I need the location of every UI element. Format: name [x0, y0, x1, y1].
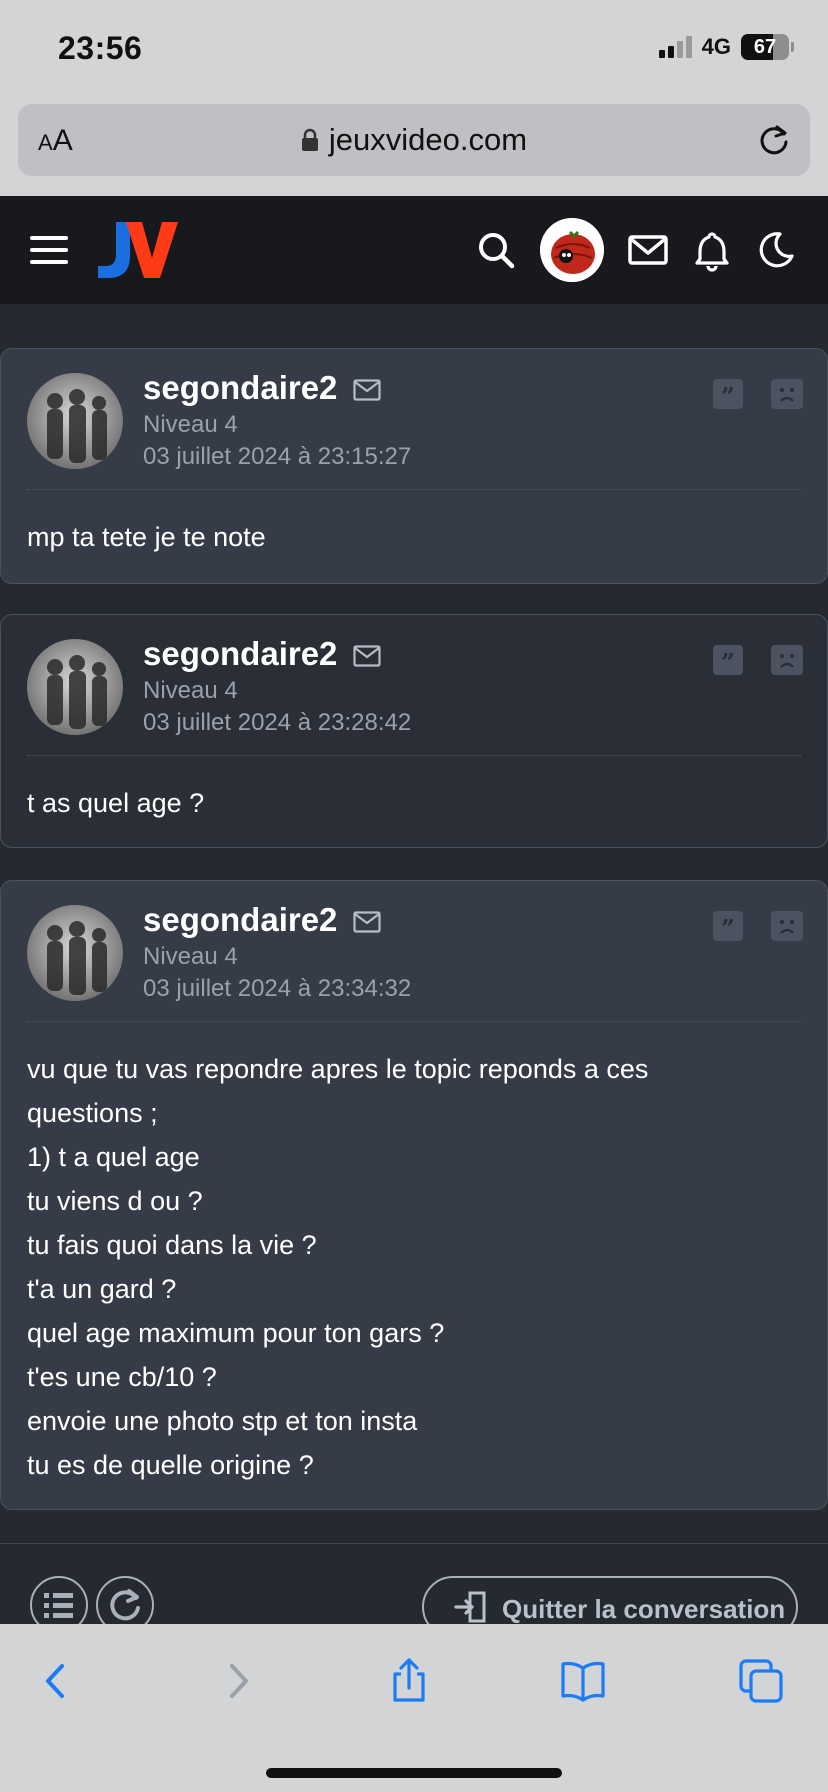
ios-status-and-url-area: 23:56 4G 67 AA jeuxvideo.com — [0, 0, 828, 196]
tabs-icon[interactable] — [738, 1658, 784, 1704]
forward-icon[interactable] — [214, 1658, 260, 1704]
svg-text:”: ” — [721, 914, 735, 941]
message-body: vu que tu vas repondre apres le topic re… — [27, 1047, 797, 1487]
network-type: 4G — [701, 34, 731, 59]
author-avatar[interactable] — [27, 373, 123, 469]
lock-icon — [301, 124, 319, 151]
signal-icon — [658, 36, 692, 58]
back-icon[interactable] — [34, 1658, 80, 1704]
status-indicators: 4G 67 — [658, 34, 794, 60]
address-bar[interactable]: AA jeuxvideo.com — [18, 104, 810, 176]
message-line: vu que tu vas repondre apres le topic re… — [27, 1054, 649, 1084]
sad-face-icon[interactable] — [771, 379, 803, 409]
message-line: 1) t a quel age — [27, 1142, 200, 1172]
browser-toolbar — [0, 1624, 828, 1792]
message-card: segondaire2 Niveau 4 03 juillet 2024 à 2… — [0, 348, 828, 584]
home-indicator — [266, 1768, 562, 1778]
divider — [27, 1021, 801, 1022]
url-text: jeuxvideo.com — [328, 122, 528, 157]
author-name[interactable]: segondaire2 — [143, 369, 337, 407]
message-body: t as quel age ? — [27, 781, 797, 825]
mail-icon[interactable] — [626, 228, 670, 272]
mail-icon[interactable] — [353, 911, 381, 933]
divider — [27, 489, 801, 490]
message-body: mp ta tete je te note — [27, 515, 797, 559]
battery-icon: 67 — [741, 34, 789, 60]
status-time: 23:56 — [58, 30, 143, 66]
jv-logo[interactable] — [96, 218, 178, 282]
site-header — [0, 196, 828, 304]
message-line: t'a un gard ? — [27, 1274, 177, 1304]
bookmarks-icon[interactable] — [560, 1658, 606, 1704]
author-level: Niveau 4 — [143, 411, 238, 438]
hamburger-icon[interactable] — [30, 236, 68, 264]
mail-icon[interactable] — [353, 379, 381, 401]
message-line: quel age maximum pour ton gars ? — [27, 1318, 445, 1348]
author-avatar[interactable] — [27, 639, 123, 735]
message-date[interactable]: 03 juillet 2024 à 23:28:42 — [143, 709, 411, 737]
quote-icon[interactable]: ” — [713, 645, 743, 677]
author-name[interactable]: segondaire2 — [143, 901, 337, 939]
quote-icon[interactable]: ” — [713, 379, 743, 411]
message-line: questions ; — [27, 1098, 158, 1128]
message-card: segondaire2 Niveau 4 03 juillet 2024 à 2… — [0, 880, 828, 1510]
exit-door-icon — [454, 1591, 486, 1623]
quote-icon[interactable]: ” — [713, 911, 743, 943]
message-line: tu fais quoi dans la vie ? — [27, 1230, 317, 1260]
message-line: t as quel age ? — [27, 788, 205, 818]
separator — [0, 1543, 828, 1544]
reload-icon[interactable] — [756, 122, 792, 158]
mail-icon[interactable] — [353, 645, 381, 667]
message-line: envoie une photo stp et ton insta — [27, 1406, 418, 1436]
message-line: mp ta tete je te note — [27, 522, 266, 552]
message-date[interactable]: 03 juillet 2024 à 23:34:32 — [143, 975, 411, 1003]
bell-icon[interactable] — [690, 228, 734, 272]
url-display[interactable]: jeuxvideo.com — [18, 122, 810, 158]
svg-text:”: ” — [721, 648, 735, 675]
divider — [27, 755, 801, 756]
author-avatar[interactable] — [27, 905, 123, 1001]
svg-text:”: ” — [721, 382, 735, 409]
message-line: t'es une cb/10 ? — [27, 1362, 217, 1392]
author-level: Niveau 4 — [143, 677, 238, 704]
quit-conversation-label: Quitter la conversation — [502, 1594, 786, 1624]
message-line: tu es de quelle origine ? — [27, 1450, 314, 1480]
message-line: tu viens d ou ? — [27, 1186, 203, 1216]
moon-icon[interactable] — [754, 228, 798, 272]
share-icon[interactable] — [386, 1658, 432, 1704]
author-name[interactable]: segondaire2 — [143, 635, 337, 673]
battery-percent: 67 — [753, 35, 777, 58]
search-icon[interactable] — [474, 228, 518, 272]
author-level: Niveau 4 — [143, 943, 238, 970]
message-date[interactable]: 03 juillet 2024 à 23:15:27 — [143, 443, 411, 471]
sad-face-icon[interactable] — [771, 911, 803, 941]
user-avatar[interactable] — [540, 218, 604, 282]
message-card: segondaire2 Niveau 4 03 juillet 2024 à 2… — [0, 614, 828, 848]
sad-face-icon[interactable] — [771, 645, 803, 675]
